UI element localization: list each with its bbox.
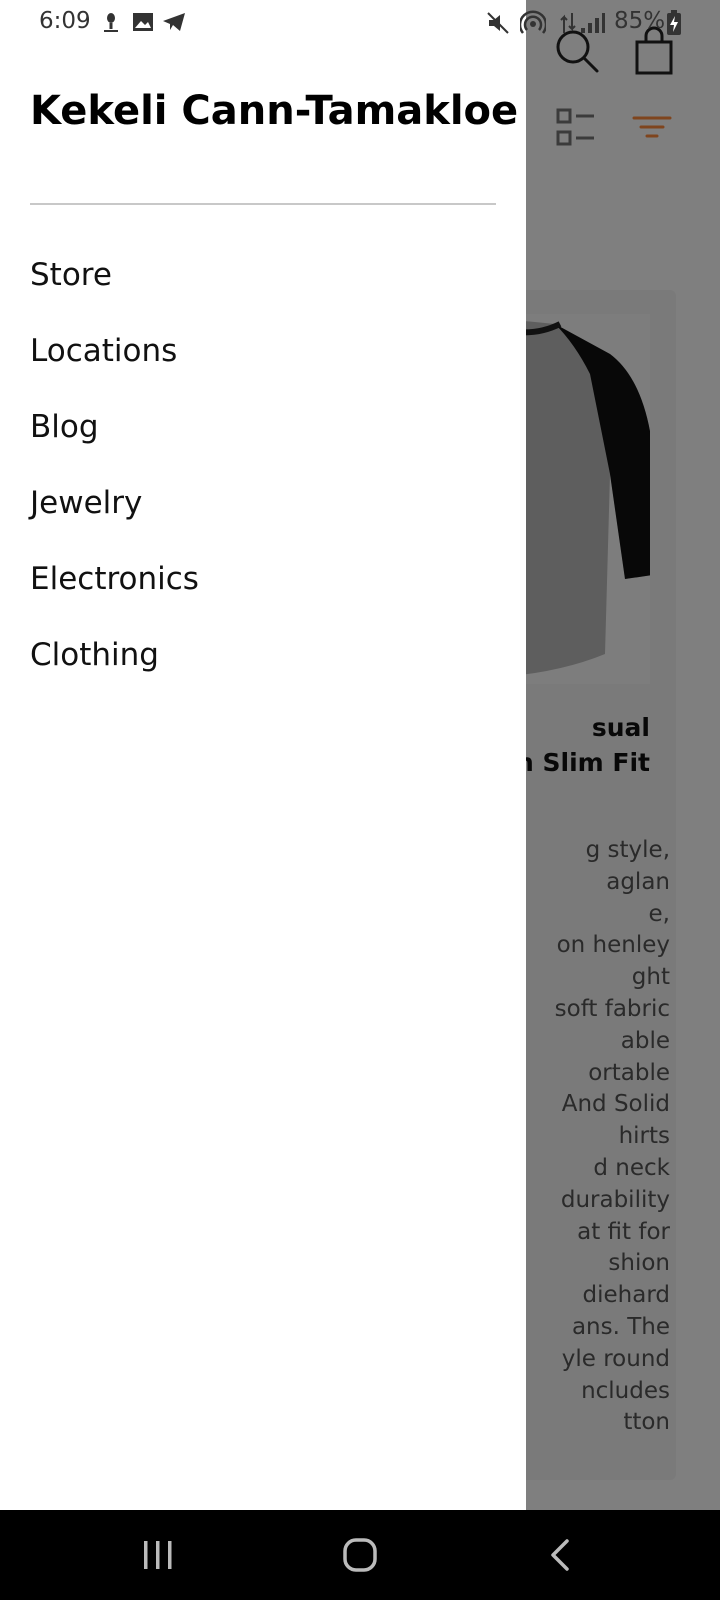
battery-percentage: 85% — [614, 8, 666, 34]
drawer-divider — [30, 203, 496, 205]
drawer-item-blog[interactable]: Blog — [30, 402, 199, 478]
recent-apps-button[interactable] — [128, 1532, 188, 1578]
recent-apps-icon — [144, 1541, 172, 1569]
status-bar: 6:09 85% — [0, 0, 720, 46]
back-icon — [551, 1539, 569, 1571]
data-icon — [560, 13, 576, 33]
drawer-item-locations[interactable]: Locations — [30, 326, 199, 402]
back-button[interactable] — [530, 1532, 590, 1578]
home-button[interactable] — [330, 1532, 390, 1578]
drawer-item-jewelry[interactable]: Jewelry — [30, 478, 199, 554]
telegram-icon — [163, 13, 185, 31]
mute-icon — [487, 12, 509, 34]
image-icon — [133, 13, 153, 31]
drawer-user-name: Kekeli Cann-Tamakloe — [30, 88, 519, 134]
battery-charging-icon — [667, 10, 681, 35]
status-time: 6:09 — [39, 8, 91, 34]
drawer-item-store[interactable]: Store — [30, 250, 199, 326]
system-nav-bar — [0, 1510, 720, 1600]
hotspot-icon — [520, 10, 546, 34]
drawer-item-clothing[interactable]: Clothing — [30, 630, 199, 706]
drawer-menu: Store Locations Blog Jewelry Electronics… — [30, 250, 199, 706]
navigation-drawer: Kekeli Cann-Tamakloe Store Locations Blo… — [0, 0, 526, 1510]
drawer-item-electronics[interactable]: Electronics — [30, 554, 199, 630]
signal-icon — [581, 13, 605, 33]
home-icon — [343, 1538, 377, 1572]
podcast-icon — [104, 13, 118, 32]
